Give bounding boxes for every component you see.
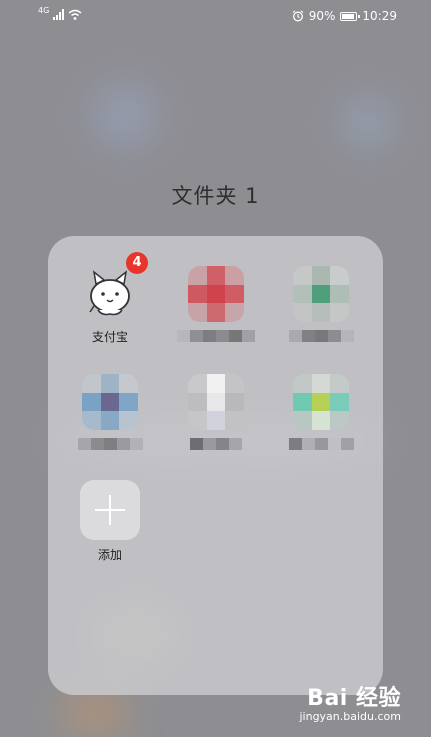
app-redacted-1[interactable] — [168, 266, 264, 342]
network-type: 4G — [38, 6, 50, 15]
baidu-jingyan-watermark: Bai 经验 jingyan.baidu.com — [299, 680, 401, 723]
folder-panel: 4 支付宝 添加 — [48, 236, 383, 695]
app-redacted-3[interactable] — [62, 374, 158, 450]
redacted-label — [273, 438, 369, 450]
battery-percent: 90% — [308, 9, 336, 23]
app-redacted-4[interactable] — [168, 374, 264, 450]
battery-icon — [340, 11, 361, 21]
watermark-url: jingyan.baidu.com — [299, 710, 401, 723]
signal-icon — [53, 9, 65, 20]
redacted-label — [168, 330, 264, 342]
pixelated-blue-icon[interactable] — [82, 374, 138, 430]
alarm-icon — [292, 10, 304, 22]
folder-title[interactable]: 文件夹 1 — [0, 180, 431, 210]
notification-badge: 4 — [126, 252, 148, 274]
pixelated-teal-icon[interactable] — [293, 374, 349, 430]
screen: 4G 90% 10:29 文件夹 1 4 支付宝 添加 Bai 经验 jingy… — [0, 0, 431, 737]
app-alipay[interactable]: 4 支付宝 — [62, 252, 158, 344]
app-redacted-5[interactable] — [273, 374, 369, 450]
redacted-label — [273, 330, 369, 342]
status-bar: 4G 90% 10:29 — [0, 0, 431, 34]
pixelated-green-icon[interactable] — [293, 266, 349, 322]
background-blob — [90, 80, 160, 150]
status-left: 4G — [38, 6, 82, 20]
app-label: 支付宝 — [91, 330, 128, 344]
app-redacted-2[interactable] — [273, 266, 369, 342]
background-blob — [60, 690, 130, 735]
redacted-label — [168, 438, 264, 450]
add-label: 添加 — [97, 548, 122, 562]
watermark-brand: Bai 经验 — [307, 686, 401, 711]
plus-icon[interactable] — [80, 480, 140, 540]
wifi-icon — [68, 9, 82, 20]
redacted-label — [62, 438, 158, 450]
add-app-button[interactable]: 添加 — [62, 480, 158, 562]
status-right: 90% 10:29 — [292, 9, 397, 23]
alipay-icon[interactable]: 4 — [82, 252, 148, 322]
background-blob — [340, 95, 395, 150]
alipay-mascot-icon — [89, 270, 130, 316]
pixelated-red-icon[interactable] — [188, 266, 244, 322]
pixelated-white-icon[interactable] — [188, 374, 244, 430]
clock-time: 10:29 — [362, 9, 397, 23]
